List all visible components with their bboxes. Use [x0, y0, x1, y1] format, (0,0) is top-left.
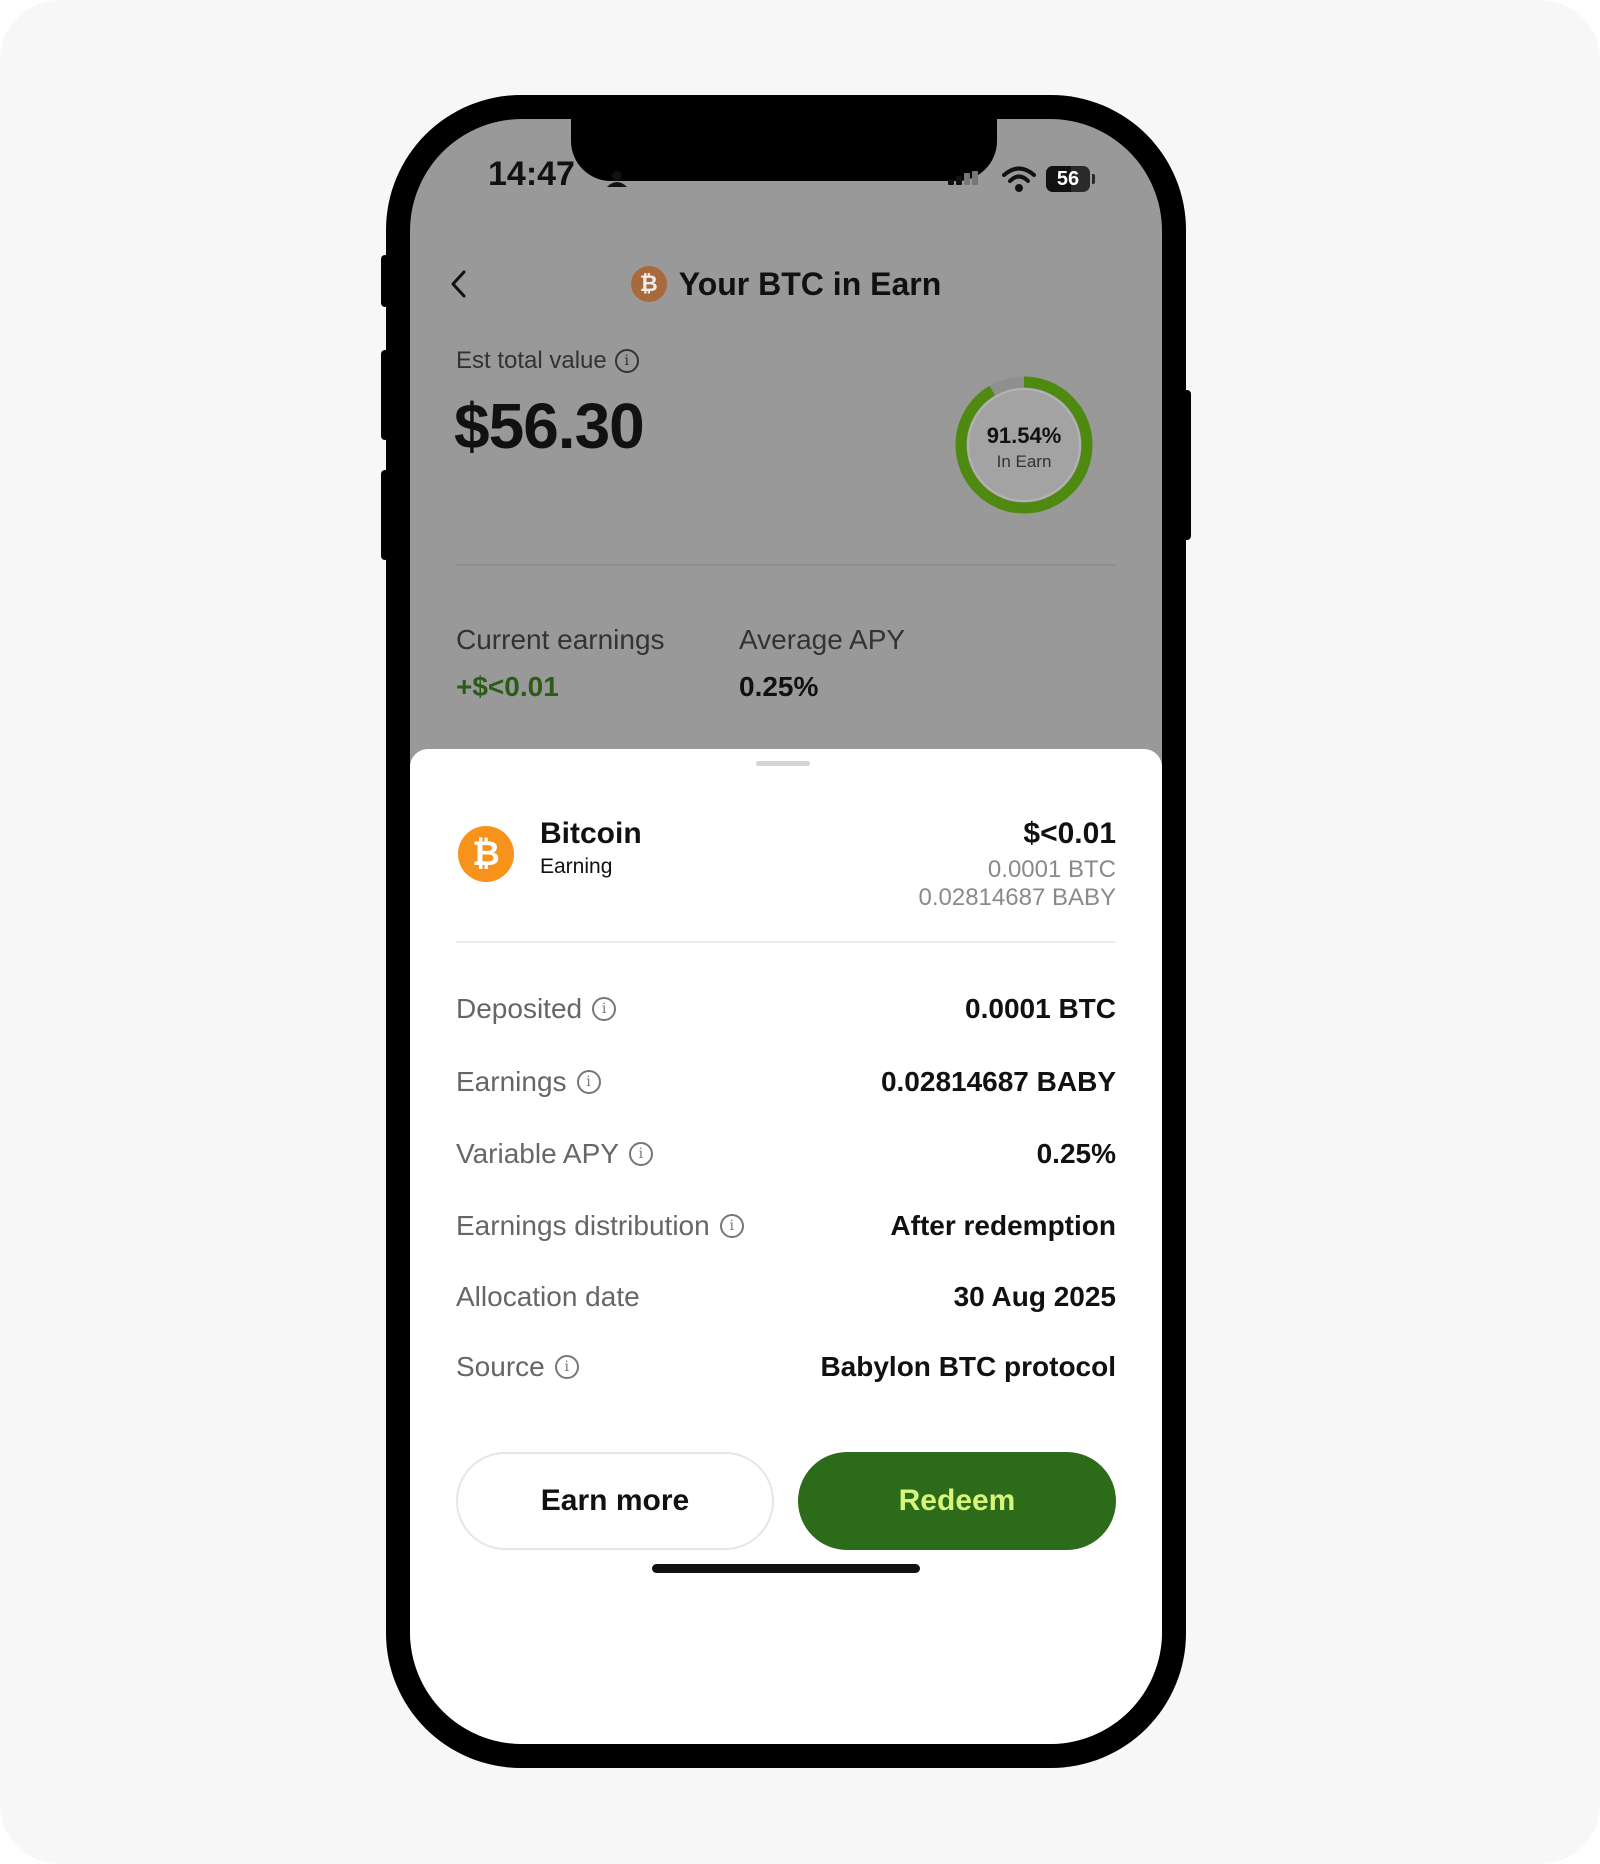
bottom-sheet: ₿ Bitcoin Earning $<0.01 0.0001 BTC 0.02…: [410, 749, 1162, 1744]
bitcoin-icon: ₿: [630, 266, 667, 302]
average-apy-label: Average APY: [739, 624, 906, 655]
home-indicator[interactable]: [652, 1564, 920, 1573]
asset-status: Earning: [540, 855, 613, 878]
asset-usd-value: $<0.01: [1023, 817, 1116, 850]
detail-row-earnings: Earnings i 0.02814687 BABY: [456, 1062, 1116, 1102]
current-earnings-label: Current earnings: [456, 624, 665, 655]
status-time: 14:47: [488, 155, 575, 193]
info-icon[interactable]: i: [628, 1142, 653, 1166]
detail-value: 0.02814687 BABY: [880, 1066, 1116, 1097]
divider: [456, 564, 1116, 566]
volume-up-button: [381, 350, 389, 440]
detail-row-deposited: Deposited i 0.0001 BTC: [456, 989, 1116, 1029]
detail-label-group: Source i: [456, 1351, 579, 1383]
info-icon[interactable]: i: [576, 1070, 601, 1094]
detail-row-earnings-distribution: Earnings distribution i After redemption: [456, 1206, 1116, 1246]
est-total-label-group: Est total value i: [456, 347, 639, 375]
detail-label: Source: [456, 1351, 545, 1382]
divider: [456, 941, 1116, 943]
detail-label-group: Deposited i: [456, 993, 617, 1025]
power-button: [1183, 390, 1191, 540]
detail-row-source: Source i Babylon BTC protocol: [456, 1347, 1116, 1387]
info-icon[interactable]: i: [614, 349, 639, 373]
detail-value: 30 Aug 2025: [953, 1281, 1116, 1312]
info-icon[interactable]: i: [592, 997, 617, 1021]
person-icon: [607, 171, 627, 187]
detail-label: Variable APY: [456, 1138, 619, 1169]
detail-value: 0.0001 BTC: [965, 993, 1116, 1024]
detail-label: Deposited: [456, 993, 583, 1024]
est-total-value: $56.30: [454, 390, 645, 462]
earn-percentage-ring: 91.54% In Earn: [938, 359, 1110, 531]
info-icon[interactable]: i: [554, 1355, 579, 1379]
detail-value: Babylon BTC protocol: [820, 1351, 1116, 1382]
info-icon[interactable]: i: [719, 1214, 744, 1238]
detail-value: 0.25%: [1036, 1138, 1116, 1169]
detail-label-group: Earnings distribution i: [456, 1210, 744, 1242]
detail-label-group: Allocation date: [456, 1281, 640, 1313]
dynamic-notch: [571, 119, 997, 181]
battery-icon: 56: [1046, 166, 1090, 192]
earn-more-button[interactable]: Earn more: [456, 1452, 774, 1550]
redeem-button[interactable]: Redeem: [798, 1452, 1116, 1550]
sheet-grabber[interactable]: [756, 761, 810, 766]
mute-switch: [381, 255, 389, 307]
detail-label-group: Variable APY i: [456, 1138, 653, 1170]
detail-row-variable-apy: Variable APY i 0.25%: [456, 1134, 1116, 1174]
est-total-label: Est total value: [456, 347, 607, 374]
volume-down-button: [381, 470, 389, 560]
signal-icon: [948, 171, 978, 185]
asset-name: Bitcoin: [540, 817, 642, 850]
wifi-icon: [1002, 166, 1036, 192]
detail-label: Earnings: [456, 1066, 567, 1097]
detail-row-allocation-date: Allocation date 30 Aug 2025: [456, 1277, 1116, 1317]
header-title-group: ₿ Your BTC in Earn: [410, 259, 1162, 309]
phone-frame: 14:47 56 ₿ Your BTC in Earn Est total va…: [381, 95, 1191, 1768]
asset-baby-amount: 0.02814687 BABY: [918, 884, 1117, 911]
detail-label: Allocation date: [456, 1281, 640, 1312]
bitcoin-logo-icon: ₿: [458, 826, 514, 882]
ring-caption: In Earn: [996, 452, 1052, 471]
detail-label: Earnings distribution: [456, 1210, 710, 1241]
detail-label-group: Earnings i: [456, 1066, 601, 1098]
page-title: Your BTC in Earn: [678, 265, 942, 302]
battery-level: 56: [1056, 168, 1080, 190]
current-earnings-value: +$<0.01: [456, 671, 559, 702]
average-apy-value: 0.25%: [739, 671, 819, 702]
detail-value: After redemption: [890, 1210, 1116, 1241]
ring-percent: 91.54%: [986, 423, 1062, 448]
battery-tip: [1092, 174, 1095, 184]
asset-btc-amount: 0.0001 BTC: [987, 856, 1116, 883]
screen: 14:47 56 ₿ Your BTC in Earn Est total va…: [410, 119, 1162, 1744]
